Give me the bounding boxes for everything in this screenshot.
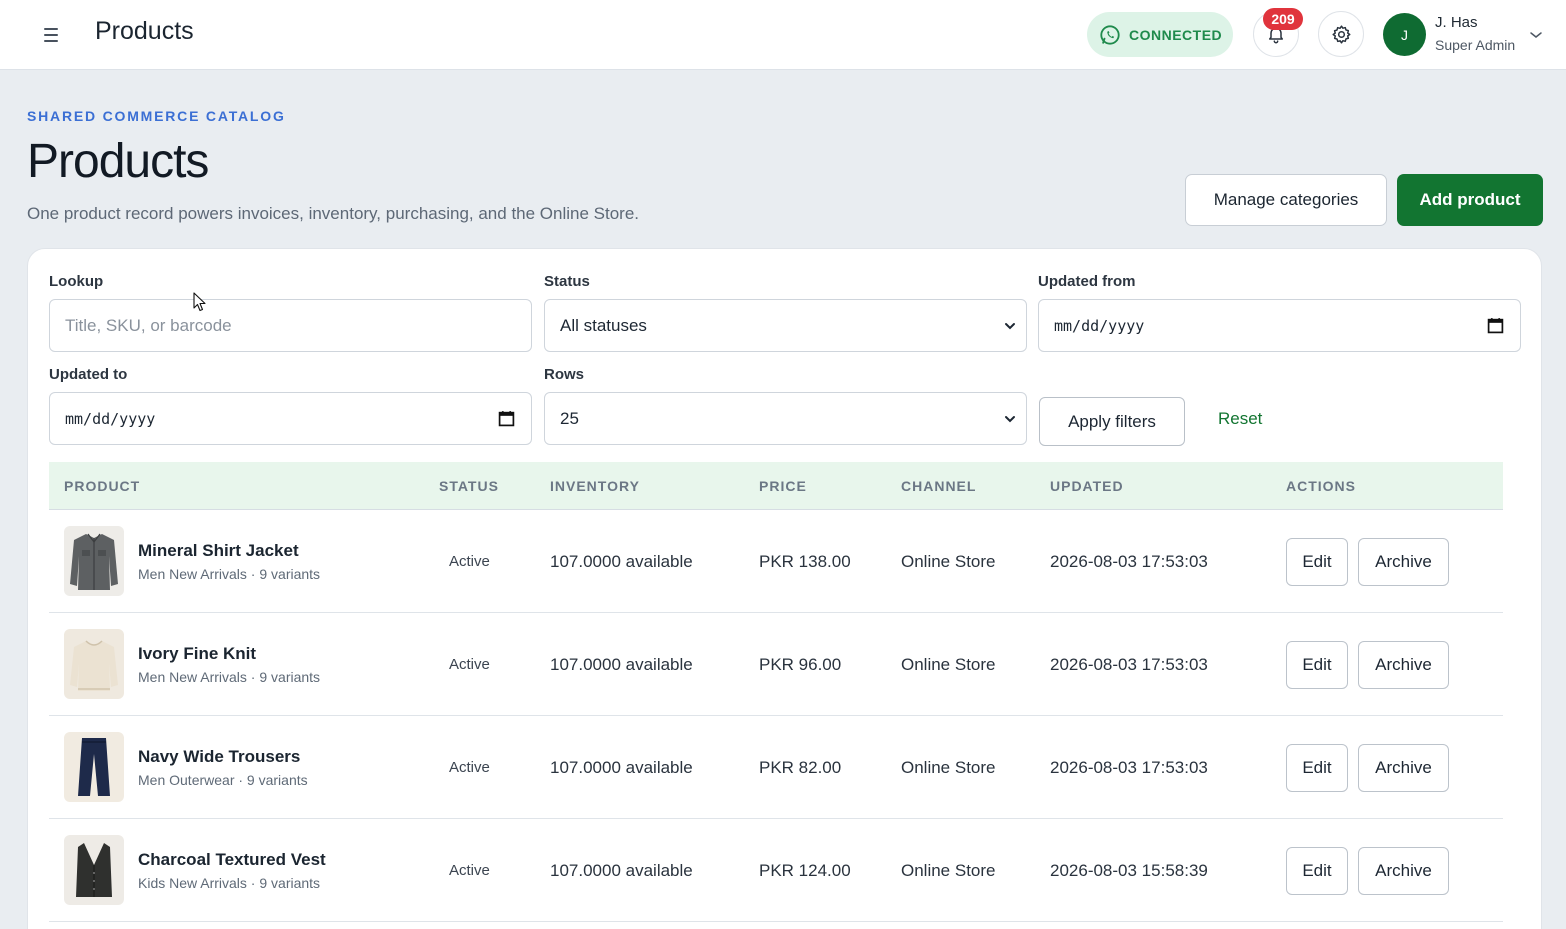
- product-title[interactable]: Navy Wide Trousers: [138, 747, 300, 767]
- lookup-label: Lookup: [49, 273, 104, 290]
- table-header: PRODUCT STATUS INVENTORY PRICE CHANNEL U…: [49, 462, 1503, 510]
- page-subtitle: One product record powers invoices, inve…: [27, 204, 640, 223]
- column-header-channel[interactable]: CHANNEL: [901, 478, 976, 494]
- updated-from-label: Updated from: [1038, 273, 1136, 290]
- price-cell: PKR 138.00: [759, 552, 851, 571]
- status-cell: Active: [449, 862, 490, 879]
- page-eyebrow: SHARED COMMERCE CATALOG: [27, 108, 286, 124]
- inventory-cell: 107.0000 available: [550, 552, 693, 571]
- shirt-jacket-image: [70, 533, 118, 590]
- archive-button[interactable]: Archive: [1358, 641, 1449, 689]
- updated-to-value: mm/dd/yyyy: [65, 409, 156, 428]
- reset-filters-link[interactable]: Reset: [1218, 409, 1262, 429]
- whatsapp-icon: [1100, 24, 1120, 45]
- column-header-updated[interactable]: UPDATED: [1050, 478, 1124, 494]
- chevron-down-icon: [1005, 323, 1015, 330]
- inventory-cell: 107.0000 available: [550, 758, 693, 777]
- status-select[interactable]: All statuses: [544, 299, 1027, 352]
- mouse-cursor-icon: [193, 292, 206, 312]
- channel-cell: Online Store: [901, 552, 996, 571]
- status-select-value: All statuses: [560, 315, 647, 335]
- updated-cell: 2026-08-03 15:58:39: [1050, 861, 1208, 880]
- updated-to-label: Updated to: [49, 366, 128, 383]
- user-avatar[interactable]: J: [1383, 13, 1426, 56]
- manage-categories-button[interactable]: Manage categories: [1185, 174, 1387, 226]
- product-thumbnail[interactable]: [64, 629, 124, 699]
- calendar-icon[interactable]: [1487, 317, 1504, 334]
- lookup-placeholder: Title, SKU, or barcode: [65, 315, 232, 335]
- connection-status-text: CONNECTED: [1129, 26, 1223, 43]
- gear-icon: [1331, 24, 1350, 44]
- top-bar-title: Products: [95, 17, 194, 45]
- product-title[interactable]: Mineral Shirt Jacket: [138, 541, 299, 561]
- archive-button[interactable]: Archive: [1358, 538, 1449, 586]
- user-name[interactable]: J. Has: [1435, 14, 1478, 31]
- channel-cell: Online Store: [901, 758, 996, 777]
- product-meta: Kids New Arrivals · 9 variants: [138, 875, 321, 891]
- updated-to-date-input[interactable]: mm/dd/yyyy: [49, 392, 532, 445]
- edit-button[interactable]: Edit: [1286, 744, 1348, 792]
- status-cell: Active: [449, 656, 490, 673]
- chevron-down-icon: [1005, 416, 1015, 423]
- trousers-image: [78, 738, 110, 796]
- edit-button[interactable]: Edit: [1286, 847, 1348, 895]
- product-title[interactable]: Ivory Fine Knit: [138, 644, 256, 664]
- notification-count-badge: 209: [1263, 8, 1303, 30]
- rows-select-value: 25: [560, 408, 579, 428]
- page-title: Products: [27, 135, 209, 188]
- lookup-input[interactable]: Title, SKU, or barcode: [49, 299, 532, 352]
- rows-select[interactable]: 25: [544, 392, 1027, 445]
- products-card: Lookup Title, SKU, or barcode Status All…: [27, 248, 1542, 929]
- product-meta: Men Outerwear · 9 variants: [138, 772, 308, 788]
- status-cell: Active: [449, 759, 490, 776]
- knit-sweater-image: [70, 640, 118, 691]
- table-row[interactable]: Charcoal Textured Vest Kids New Arrivals…: [49, 819, 1503, 922]
- channel-cell: Online Store: [901, 655, 996, 674]
- product-meta: Men New Arrivals · 9 variants: [138, 566, 321, 582]
- whatsapp-connection-badge[interactable]: CONNECTED: [1087, 12, 1233, 57]
- hamburger-menu-icon[interactable]: [38, 22, 64, 48]
- product-thumbnail[interactable]: [64, 732, 124, 802]
- archive-button[interactable]: Archive: [1358, 744, 1449, 792]
- table-row[interactable]: Ivory Fine Knit Men New Arrivals · 9 var…: [49, 613, 1503, 716]
- status-label: Status: [544, 273, 590, 290]
- updated-cell: 2026-08-03 17:53:03: [1050, 655, 1208, 674]
- column-header-actions: ACTIONS: [1286, 478, 1356, 494]
- vest-image: [76, 843, 112, 897]
- column-header-price[interactable]: PRICE: [759, 478, 807, 494]
- user-role: Super Admin: [1435, 37, 1516, 53]
- updated-cell: 2026-08-03 17:53:03: [1050, 758, 1208, 777]
- settings-button[interactable]: [1318, 11, 1364, 57]
- apply-filters-button[interactable]: Apply filters: [1039, 397, 1185, 446]
- column-header-inventory[interactable]: INVENTORY: [550, 478, 640, 494]
- inventory-cell: 107.0000 available: [550, 861, 693, 880]
- chevron-down-icon[interactable]: [1528, 27, 1544, 43]
- column-header-status[interactable]: STATUS: [439, 478, 499, 494]
- updated-cell: 2026-08-03 17:53:03: [1050, 552, 1208, 571]
- status-cell: Active: [449, 553, 490, 570]
- top-bar: Products CONNECTED 209 J J. Has Super Ad…: [0, 0, 1566, 70]
- add-product-button[interactable]: Add product: [1397, 174, 1543, 226]
- calendar-icon[interactable]: [498, 410, 515, 427]
- table-row[interactable]: Mineral Shirt Jacket Men New Arrivals · …: [49, 510, 1503, 613]
- updated-from-value: mm/dd/yyyy: [1054, 316, 1145, 335]
- channel-cell: Online Store: [901, 861, 996, 880]
- rows-label: Rows: [544, 366, 585, 383]
- column-header-product[interactable]: PRODUCT: [64, 478, 140, 494]
- archive-button[interactable]: Archive: [1358, 847, 1449, 895]
- table-row[interactable]: Navy Wide Trousers Men Outerwear · 9 var…: [49, 716, 1503, 819]
- product-title[interactable]: Charcoal Textured Vest: [138, 850, 326, 870]
- price-cell: PKR 82.00: [759, 758, 842, 777]
- product-meta: Men New Arrivals · 9 variants: [138, 669, 321, 685]
- edit-button[interactable]: Edit: [1286, 641, 1348, 689]
- edit-button[interactable]: Edit: [1286, 538, 1348, 586]
- inventory-cell: 107.0000 available: [550, 655, 693, 674]
- price-cell: PKR 96.00: [759, 655, 842, 674]
- product-thumbnail[interactable]: [64, 835, 124, 905]
- product-thumbnail[interactable]: [64, 526, 124, 596]
- price-cell: PKR 124.00: [759, 861, 851, 880]
- updated-from-date-input[interactable]: mm/dd/yyyy: [1038, 299, 1521, 352]
